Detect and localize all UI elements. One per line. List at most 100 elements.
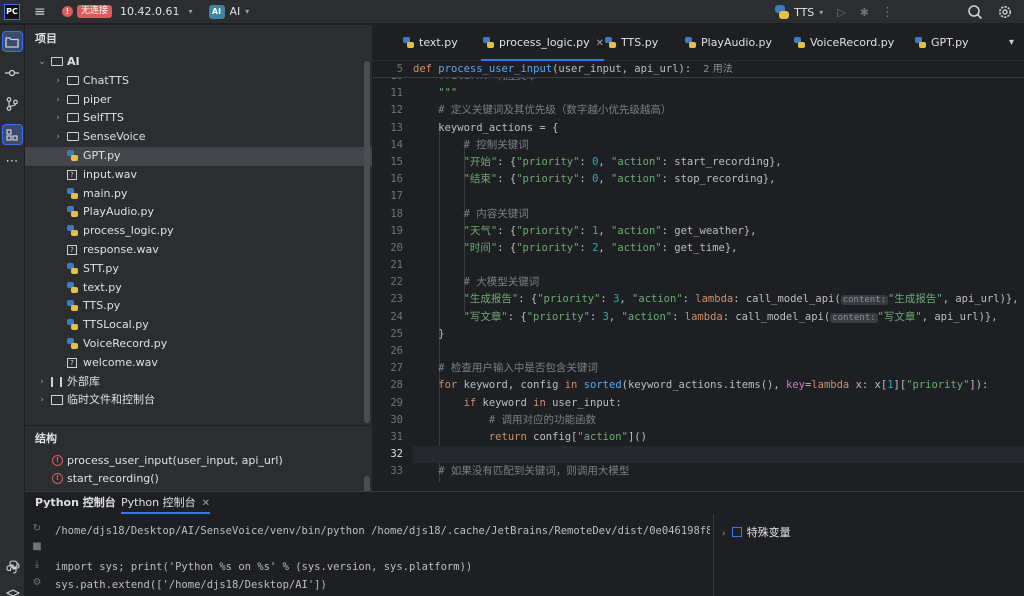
code-line: # 调用对应的功能函数 (413, 413, 597, 426)
python-run-config-icon (775, 5, 790, 19)
tree-item[interactable]: main.py (25, 185, 372, 204)
console-output[interactable]: /home/djs18/Desktop/AI/SenseVoice/venv/b… (55, 522, 710, 594)
python-file-icon (67, 262, 78, 274)
tree-item[interactable]: ? response.wav (25, 241, 372, 260)
tree-item[interactable]: › piper (25, 91, 372, 110)
chevron-down-icon[interactable]: ▾ (245, 7, 249, 16)
tree-item[interactable]: VoiceRecord.py (25, 335, 372, 354)
tree-item[interactable]: ⌄ AI (25, 53, 372, 72)
run-config-name[interactable]: TTS (794, 6, 814, 19)
close-tab-icon[interactable]: ✕ (202, 498, 210, 509)
run-icon[interactable]: ▷ (837, 6, 845, 19)
line-number: 19 (390, 224, 403, 237)
project-folder-icon[interactable] (1, 31, 23, 52)
layers-icon[interactable] (2, 584, 23, 596)
structure-icon[interactable] (1, 124, 23, 145)
chevron-right-icon[interactable]: › (53, 72, 63, 91)
tab-voicerecord-py[interactable]: VoiceRecord.py (792, 25, 894, 61)
tree-item[interactable]: › SenseVoice (25, 128, 372, 147)
line-number: 24 (390, 310, 403, 323)
stop-icon[interactable]: ■ (25, 538, 49, 556)
more-actions-icon[interactable]: ⋮ (881, 5, 894, 20)
tree-item-label: response.wav (83, 242, 159, 256)
debug-icon[interactable]: ✱ (860, 6, 869, 19)
line-number: 27 (390, 362, 403, 375)
host-address: 10.42.0.61 (120, 5, 180, 18)
tree-item[interactable]: TTSLocal.py (25, 316, 372, 335)
tree-item-label: TTSLocal.py (83, 318, 149, 332)
code-line: "结束": {"priority": 0, "action": stop_rec… (413, 173, 776, 186)
chevron-right-icon[interactable]: › (37, 391, 47, 410)
tree-item[interactable]: ? input.wav (25, 166, 372, 185)
python-file-icon (67, 187, 78, 199)
tabs-dropdown-icon[interactable]: ▾ (1009, 25, 1014, 61)
chevron-right-icon: › (722, 529, 726, 539)
line-number: 14 (390, 138, 403, 151)
python-file-icon (67, 319, 78, 331)
structure-scrollbar[interactable] (364, 476, 370, 492)
settings-gear-icon[interactable]: ⚙ (25, 574, 49, 592)
tree-item-label: piper (83, 92, 112, 106)
tree-item[interactable]: TTS.py (25, 297, 372, 316)
tree-item[interactable]: › 临时文件和控制台 (25, 391, 372, 410)
python-console-icon[interactable] (2, 556, 23, 577)
tab-gpt-py[interactable]: GPT.py (913, 25, 969, 61)
chevron-down-icon[interactable]: ⌄ (37, 53, 47, 72)
code-line: # 大模型关键词 (413, 276, 540, 289)
chevron-right-icon[interactable]: › (53, 91, 63, 110)
chevron-down-icon[interactable]: ▾ (819, 8, 823, 17)
code-line: # 内容关键词 (413, 207, 529, 220)
tree-item[interactable]: › 外部库 (25, 373, 372, 392)
line-number: 22 (390, 276, 403, 289)
tree-item[interactable]: STT.py (25, 260, 372, 279)
tree-item[interactable]: ? welcome.wav (25, 354, 372, 373)
project-tree-scrollbar[interactable] (364, 61, 370, 423)
line-number: 30 (390, 413, 403, 426)
tab-tts-py[interactable]: TTS.py (603, 25, 658, 61)
sticky-function-header[interactable]: 5 def process_user_input(user_input, api… (373, 61, 1024, 78)
tab-python-console[interactable]: Python 控制台 ✕ (121, 492, 211, 514)
commit-icon[interactable] (2, 62, 23, 83)
chevron-right-icon[interactable]: › (53, 128, 63, 147)
tree-item[interactable]: text.py (25, 279, 372, 298)
current-code-line[interactable] (413, 446, 1024, 464)
tree-item[interactable]: process_logic.py (25, 222, 372, 241)
structure-item-label: process_user_input(user_input, api_url) (67, 454, 283, 467)
line-number: 11 (390, 87, 403, 100)
usages-hint[interactable]: 2 用法 (703, 64, 733, 75)
main-menu-icon[interactable]: ≡ (34, 5, 48, 19)
tree-item[interactable]: › SelfTTS (25, 109, 372, 128)
git-branch-icon[interactable] (2, 93, 23, 114)
structure-item[interactable]: ! process_user_input(user_input, api_url… (25, 452, 373, 470)
rerun-icon[interactable]: ↻ (25, 520, 49, 538)
chevron-right-icon[interactable]: › (37, 373, 47, 392)
chevron-right-icon[interactable]: › (53, 109, 63, 128)
special-variables-node[interactable]: › 特殊变量 (722, 524, 791, 540)
tree-item[interactable]: PlayAudio.py (25, 203, 372, 222)
settings-gear-icon[interactable] (994, 1, 1016, 23)
tree-item-label: SenseVoice (83, 130, 146, 144)
project-name[interactable]: AI (230, 5, 241, 18)
tree-item[interactable]: GPT.py (25, 146, 372, 166)
unknown-file-icon: ? (67, 169, 77, 180)
more-tools-icon[interactable]: ⋯ (2, 151, 23, 172)
project-tree: ⌄ AI › ChatTTS › piper › SelfTTS › SenseVoice GPT.… (25, 53, 372, 410)
project-icon[interactable]: AI (208, 4, 225, 19)
function-name: process_user_input (438, 63, 553, 75)
tab-process-logic-py[interactable]: process_logic.py ✕ (481, 25, 605, 61)
clear-console-icon[interactable]: ⤓ (25, 556, 49, 574)
tab-text-py[interactable]: text.py (401, 25, 458, 61)
search-icon[interactable] (964, 1, 986, 23)
python-file-icon (67, 225, 78, 237)
line-number: 33 (390, 465, 403, 478)
tab-playaudio-py[interactable]: PlayAudio.py (683, 25, 772, 61)
line-number: 23 (390, 293, 403, 306)
tree-item-label: PlayAudio.py (83, 205, 155, 219)
line-number: 16 (390, 173, 403, 186)
tree-item[interactable]: › ChatTTS (25, 72, 372, 91)
connection-status[interactable]: ! 无连接 10.42.0.61 ▾ (62, 5, 193, 18)
structure-item[interactable]: ! start_recording() (25, 470, 373, 488)
code-area[interactable]: 5 def process_user_input(user_input, api… (373, 61, 1024, 491)
